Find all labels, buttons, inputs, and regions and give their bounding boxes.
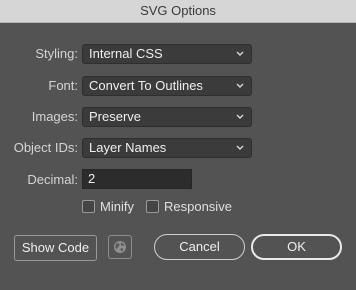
decimal-field[interactable]: 2	[82, 169, 192, 189]
object-ids-value: Layer Names	[89, 140, 167, 155]
chevron-down-icon	[236, 83, 244, 88]
show-code-button[interactable]: Show Code	[14, 235, 97, 261]
images-value: Preserve	[89, 109, 142, 124]
styling-label: Styling:	[35, 46, 78, 61]
decimal-label: Decimal:	[27, 172, 78, 187]
window-title: SVG Options	[0, 0, 356, 23]
images-select[interactable]: Preserve	[82, 107, 252, 127]
font-value: Convert To Outlines	[89, 78, 203, 93]
font-label: Font:	[48, 78, 78, 93]
chevron-down-icon	[236, 145, 244, 150]
decimal-value: 2	[88, 171, 96, 186]
cancel-button[interactable]: Cancel	[154, 234, 245, 260]
styling-select[interactable]: Internal CSS	[82, 44, 252, 64]
styling-value: Internal CSS	[89, 46, 163, 61]
responsive-label: Responsive	[164, 198, 232, 214]
images-label: Images:	[31, 109, 78, 124]
minify-checkbox-box[interactable]	[82, 199, 95, 213]
chevron-down-icon	[236, 51, 244, 56]
object-ids-label: Object IDs:	[13, 140, 78, 155]
minify-label: Minify	[100, 198, 134, 214]
ok-button[interactable]: OK	[251, 234, 342, 260]
minify-checkbox[interactable]: Minify	[82, 198, 134, 214]
chevron-down-icon	[236, 114, 244, 119]
globe-icon	[114, 241, 126, 253]
responsive-checkbox[interactable]: Responsive	[146, 198, 232, 214]
font-select[interactable]: Convert To Outlines	[82, 76, 252, 96]
globe-button[interactable]	[108, 235, 132, 259]
object-ids-select[interactable]: Layer Names	[82, 138, 252, 158]
responsive-checkbox-box[interactable]	[146, 199, 159, 213]
